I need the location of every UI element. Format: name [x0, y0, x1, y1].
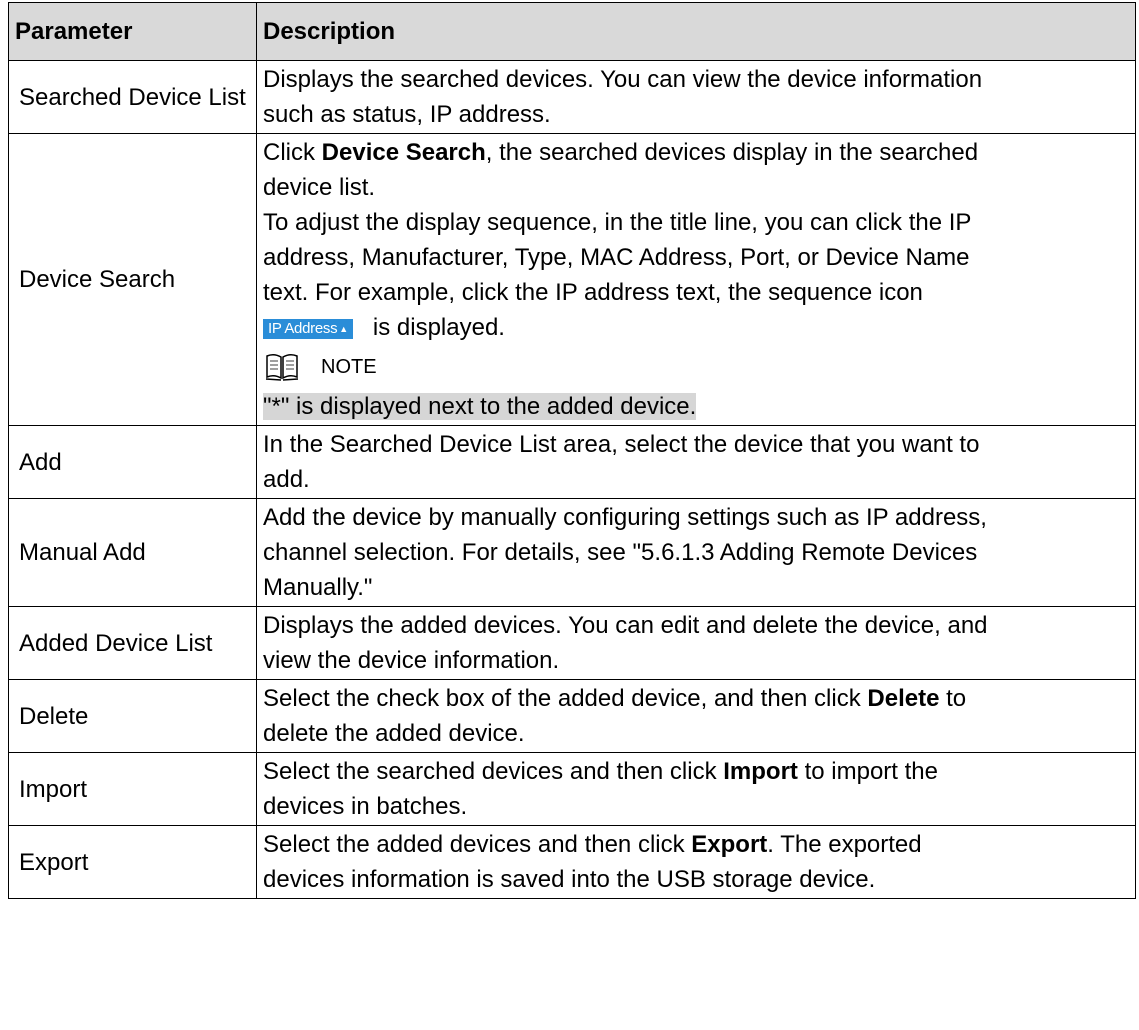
table-row: Searched Device List Displays the search… — [8, 60, 1136, 134]
param-cell: Device Search — [8, 133, 257, 426]
ip-address-sort-icon: IP Address ▲ — [263, 319, 353, 339]
description-cell: Click Device Search, the searched device… — [256, 133, 1136, 426]
description-cell: In the Searched Device List area, select… — [256, 425, 1136, 499]
table-row: Device Search Click Device Search, the s… — [8, 133, 1136, 426]
description-line: Select the check box of the added device… — [263, 681, 1129, 716]
chip-label: IP Address — [268, 320, 338, 337]
table-header-row: Parameter Description — [8, 2, 1136, 61]
description-line: Manually." — [263, 574, 373, 601]
description-line: text. For example, click the IP address … — [263, 279, 923, 306]
description-cell: Select the added devices and then click … — [256, 825, 1136, 899]
table-row: Import Select the searched devices and t… — [8, 752, 1136, 826]
highlighted-note: "*" is displayed next to the added devic… — [263, 393, 697, 420]
parameter-table: Parameter Description Searched Device Li… — [8, 2, 1136, 899]
description-line: devices in batches. — [263, 793, 468, 820]
description-cell: Add the device by manually configuring s… — [256, 498, 1136, 607]
sort-arrow-icon: ▲ — [339, 324, 348, 334]
description-line: address, Manufacturer, Type, MAC Address… — [263, 244, 970, 271]
param-label: Searched Device List — [19, 83, 246, 111]
note-label: NOTE — [321, 355, 377, 378]
text-span: to — [939, 685, 967, 712]
param-cell: Added Device List — [8, 606, 257, 680]
param-cell: Delete — [8, 679, 257, 753]
table-row: Export Select the added devices and then… — [8, 825, 1136, 899]
description-line: devices information is saved into the US… — [263, 866, 876, 893]
description-line: Displays the searched devices. You can v… — [263, 66, 983, 93]
description-line: In the Searched Device List area, select… — [263, 431, 980, 458]
param-label: Export — [19, 848, 89, 876]
description-cell: Displays the added devices. You can edit… — [256, 606, 1136, 680]
description-line: channel selection. For details, see "5.6… — [263, 539, 978, 566]
param-cell: Searched Device List — [8, 60, 257, 134]
text-span: Click — [263, 139, 322, 166]
description-line: Displays the added devices. You can edit… — [263, 612, 988, 639]
note-text-line: "*" is displayed next to the added devic… — [263, 389, 1129, 424]
header-parameter: Parameter — [8, 2, 257, 61]
param-label: Device Search — [19, 266, 176, 293]
note-heading: NOTE — [263, 345, 1129, 389]
param-label: Delete — [19, 702, 89, 730]
text-span: . The exported — [767, 831, 922, 858]
description-line: IP Address ▲ is displayed. — [263, 310, 1129, 345]
description-line: view the device information. — [263, 647, 560, 674]
description-cell: Select the check box of the added device… — [256, 679, 1136, 753]
bold-term: Export — [691, 831, 768, 858]
param-cell: Import — [8, 752, 257, 826]
param-label: Manual Add — [19, 539, 146, 566]
table-row: Added Device List Displays the added dev… — [8, 606, 1136, 680]
param-label: Add — [19, 448, 62, 476]
description-line: add. — [263, 466, 310, 493]
bold-term: Import — [723, 758, 798, 785]
description-line: Click Device Search, the searched device… — [263, 135, 1129, 170]
table-row: Manual Add Add the device by manually co… — [8, 498, 1136, 607]
description-cell: Select the searched devices and then cli… — [256, 752, 1136, 826]
book-note-icon — [265, 353, 299, 381]
text-span: Select the searched devices and then cli… — [263, 758, 724, 785]
description-line: Select the added devices and then click … — [263, 827, 1129, 862]
text-span: , the searched devices display in the se… — [485, 139, 979, 166]
bold-term: Delete — [867, 685, 940, 712]
table-row: Add In the Searched Device List area, se… — [8, 425, 1136, 499]
text-span: is displayed. — [372, 314, 505, 341]
param-label: Added Device List — [19, 629, 213, 657]
description-line: Select the searched devices and then cli… — [263, 754, 1129, 789]
param-label: Import — [19, 775, 88, 803]
description-line: delete the added device. — [263, 720, 525, 747]
description-line: such as status, IP address. — [263, 101, 551, 128]
param-cell: Manual Add — [8, 498, 257, 607]
text-span: Select the check box of the added device… — [263, 685, 868, 712]
description-cell: Displays the searched devices. You can v… — [256, 60, 1136, 134]
text-span: Select the added devices and then click — [263, 831, 692, 858]
param-cell: Export — [8, 825, 257, 899]
table-row: Delete Select the check box of the added… — [8, 679, 1136, 753]
bold-term: Device Search — [321, 139, 486, 166]
description-line: device list. — [263, 174, 376, 201]
description-line: To adjust the display sequence, in the t… — [263, 209, 972, 236]
param-cell: Add — [8, 425, 257, 499]
description-line: Add the device by manually configuring s… — [263, 504, 987, 531]
text-span: to import the — [797, 758, 938, 785]
header-description: Description — [256, 2, 1136, 61]
